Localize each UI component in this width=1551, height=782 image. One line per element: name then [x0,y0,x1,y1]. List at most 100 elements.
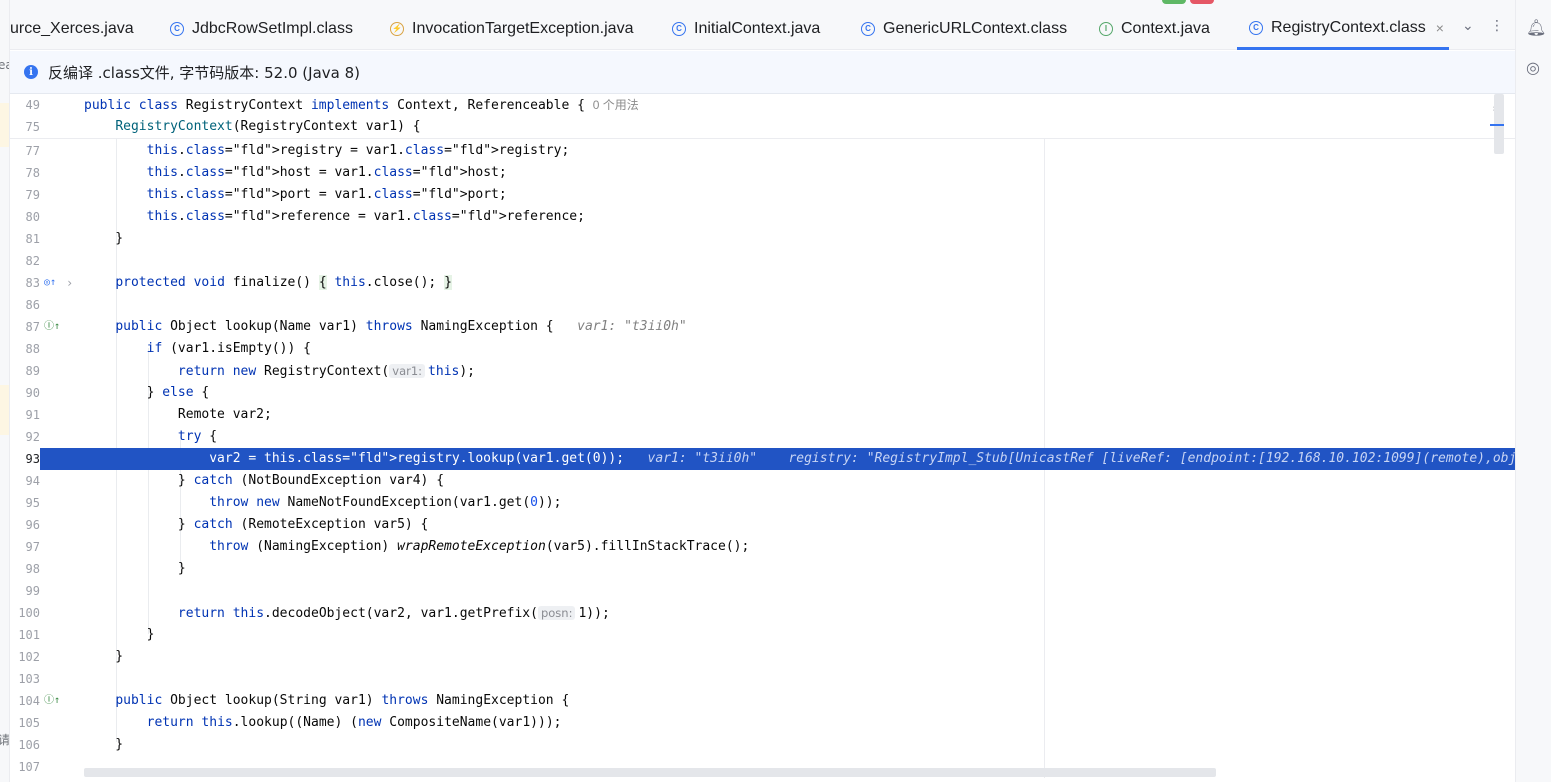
code-text: RegistryContext(RegistryContext var1) { [115,119,421,134]
code-text: } [84,737,124,752]
class-icon: C [672,22,686,36]
implements-method-icon[interactable]: Ⓘ↑ [44,316,60,338]
code-line[interactable]: 83 protected void finalize() { this.clos… [10,272,1515,294]
tab-context[interactable]: I Context.java [1099,8,1210,50]
tab-label: RegistryContext.class [1271,18,1426,36]
line-number: 107 [18,760,40,774]
code-line[interactable]: 101 } [10,624,1515,646]
code-line[interactable]: 96 } catch (RemoteException var5) { [10,514,1515,536]
class-icon: C [170,22,184,36]
tab-label: GenericURLContext.class [883,20,1068,37]
code-line[interactable]: 81 } [10,228,1515,250]
tab-initialcontext[interactable]: C InitialContext.java [672,8,820,50]
line-number: 103 [18,672,40,686]
line-number: 102 [18,650,40,664]
code-line[interactable]: 105 return this.lookup((Name) (new Compo… [10,712,1515,734]
code-line[interactable]: 49 public class RegistryContext implement… [10,94,1515,116]
status-mark-red [1190,0,1214,4]
code-text: return new RegistryContext(var1: this); [177,364,476,379]
code-line[interactable]: 95 throw new NameNotFoundException(var1.… [10,492,1515,514]
notifications-icon[interactable]: 🔔︎ [1526,18,1546,37]
code-line[interactable]: 75 RegistryContext(RegistryContext var1)… [10,116,1515,138]
tab-label: InitialContext.java [694,20,821,37]
code-text: this.class="fld">host = var1.class="fld"… [146,165,507,180]
code-line[interactable]: 106 } [10,734,1515,756]
scrollbar-caret-mark [1490,124,1504,126]
tab-label: JdbcRowSetImpl.class [192,20,353,37]
line-number: 95 [25,496,40,510]
code-editor[interactable]: 49 public class RegistryContext implement… [10,94,1515,782]
line-number: 83 [25,276,40,290]
line-number: 100 [18,606,40,620]
code-line[interactable]: 91 Remote var2; [10,404,1515,426]
class-icon: C [1249,20,1263,35]
code-line[interactable]: 87 public Object lookup(Name var1) throw… [10,316,1515,338]
sticky-lines-separator [10,138,1515,139]
line-number: 87 [25,320,40,334]
code-line[interactable]: 90 } else { [10,382,1515,404]
line-number: 77 [25,144,40,158]
code-line[interactable]: 92 try { [10,426,1515,448]
line-number: 80 [25,210,40,224]
code-text: } [84,627,155,642]
line-number: 89 [25,364,40,378]
line-number: 49 [25,98,40,112]
code-text: return this.lookup((Name) (new Composite… [146,715,562,730]
code-text: this.class="fld">registry = var1.class="… [146,143,570,158]
overrides-method-icon[interactable]: ◎↑ [44,272,56,294]
tab-label: urce_Xerces.java [10,20,134,37]
line-number: 105 [18,716,40,730]
line-number: 75 [25,120,40,134]
line-number: 81 [25,232,40,246]
chevron-down-icon[interactable]: ⌄ [1462,18,1474,34]
code-line[interactable]: 99 [10,580,1515,602]
code-text: try { [177,429,218,444]
tab-urce-xerces[interactable]: urce_Xerces.java [10,8,134,50]
code-line[interactable]: 97 throw (NamingException) wrapRemoteExc… [10,536,1515,558]
line-number: 91 [25,408,40,422]
horizontal-scrollbar[interactable] [84,768,1216,777]
code-text: var2 = this.class="fld">registry.lookup(… [84,448,1515,470]
usage-count[interactable]: 0 个用法 [593,98,639,112]
ai-assistant-icon[interactable]: ◎ [1526,58,1540,77]
code-text: protected void finalize() { this.close()… [115,275,452,290]
line-number: 99 [25,584,40,598]
code-text: } catch (RemoteException var5) { [84,517,429,532]
line-number: 97 [25,540,40,554]
code-text: return this.decodeObject(var2, var1.getP… [177,606,610,621]
code-line[interactable]: 78 this.class="fld">host = var1.class="f… [10,162,1515,184]
right-tool-strip: 🔔︎ ◎ [1515,0,1551,782]
tab-registrycontext[interactable]: C RegistryContext.class × [1237,8,1449,50]
code-line[interactable]: 80 this.class="fld">reference = var1.cla… [10,206,1515,228]
banner-text: 反编译 .class文件, 字节码版本: 52.0 (Java 8) [48,63,360,82]
code-line[interactable]: 98 } [10,558,1515,580]
code-line[interactable]: 104 public Object lookup(String var1) th… [10,690,1515,712]
more-vertical-icon[interactable]: ⋮ [1490,18,1504,34]
tab-genericurlcontext[interactable]: C GenericURLContext.class [861,8,1067,50]
code-line[interactable]: 89 return new RegistryContext(var1: this)… [10,360,1515,382]
code-line[interactable]: 100 return this.decodeObject(var2, var1.… [10,602,1515,624]
code-line[interactable]: 103 [10,668,1515,690]
fold-chevron-icon[interactable]: › [66,272,73,294]
line-number: 106 [18,738,40,752]
line-number: 88 [25,342,40,356]
code-line[interactable]: 77 this.class="fld">registry = var1.clas… [10,140,1515,162]
line-number: 78 [25,166,40,180]
code-line[interactable]: 86 [10,294,1515,316]
implements-method-icon[interactable]: Ⓘ↑ [44,690,60,712]
code-line[interactable]: 82 [10,250,1515,272]
parameter-hint: var1: [389,364,426,378]
close-tab-icon[interactable]: × [1436,20,1444,36]
tab-invocationtargetexception[interactable]: ⚡ InvocationTargetException.java [390,8,633,50]
left-tool-strip: ea 请 [0,0,10,782]
code-line[interactable]: 88 if (var1.isEmpty()) { [10,338,1515,360]
line-number: 86 [25,298,40,312]
code-line[interactable]: 93 var2 = this.class="fld">registry.look… [10,448,1515,470]
code-line[interactable]: 102 } [10,646,1515,668]
code-line[interactable]: 94 } catch (NotBoundException var4) { [10,470,1515,492]
code-text: } else { [84,385,210,400]
code-text: } [84,649,124,664]
info-icon: i [24,65,38,79]
tab-jdbcrowsetimpl[interactable]: C JdbcRowSetImpl.class [170,8,353,50]
code-line[interactable]: 79 this.class="fld">port = var1.class="f… [10,184,1515,206]
